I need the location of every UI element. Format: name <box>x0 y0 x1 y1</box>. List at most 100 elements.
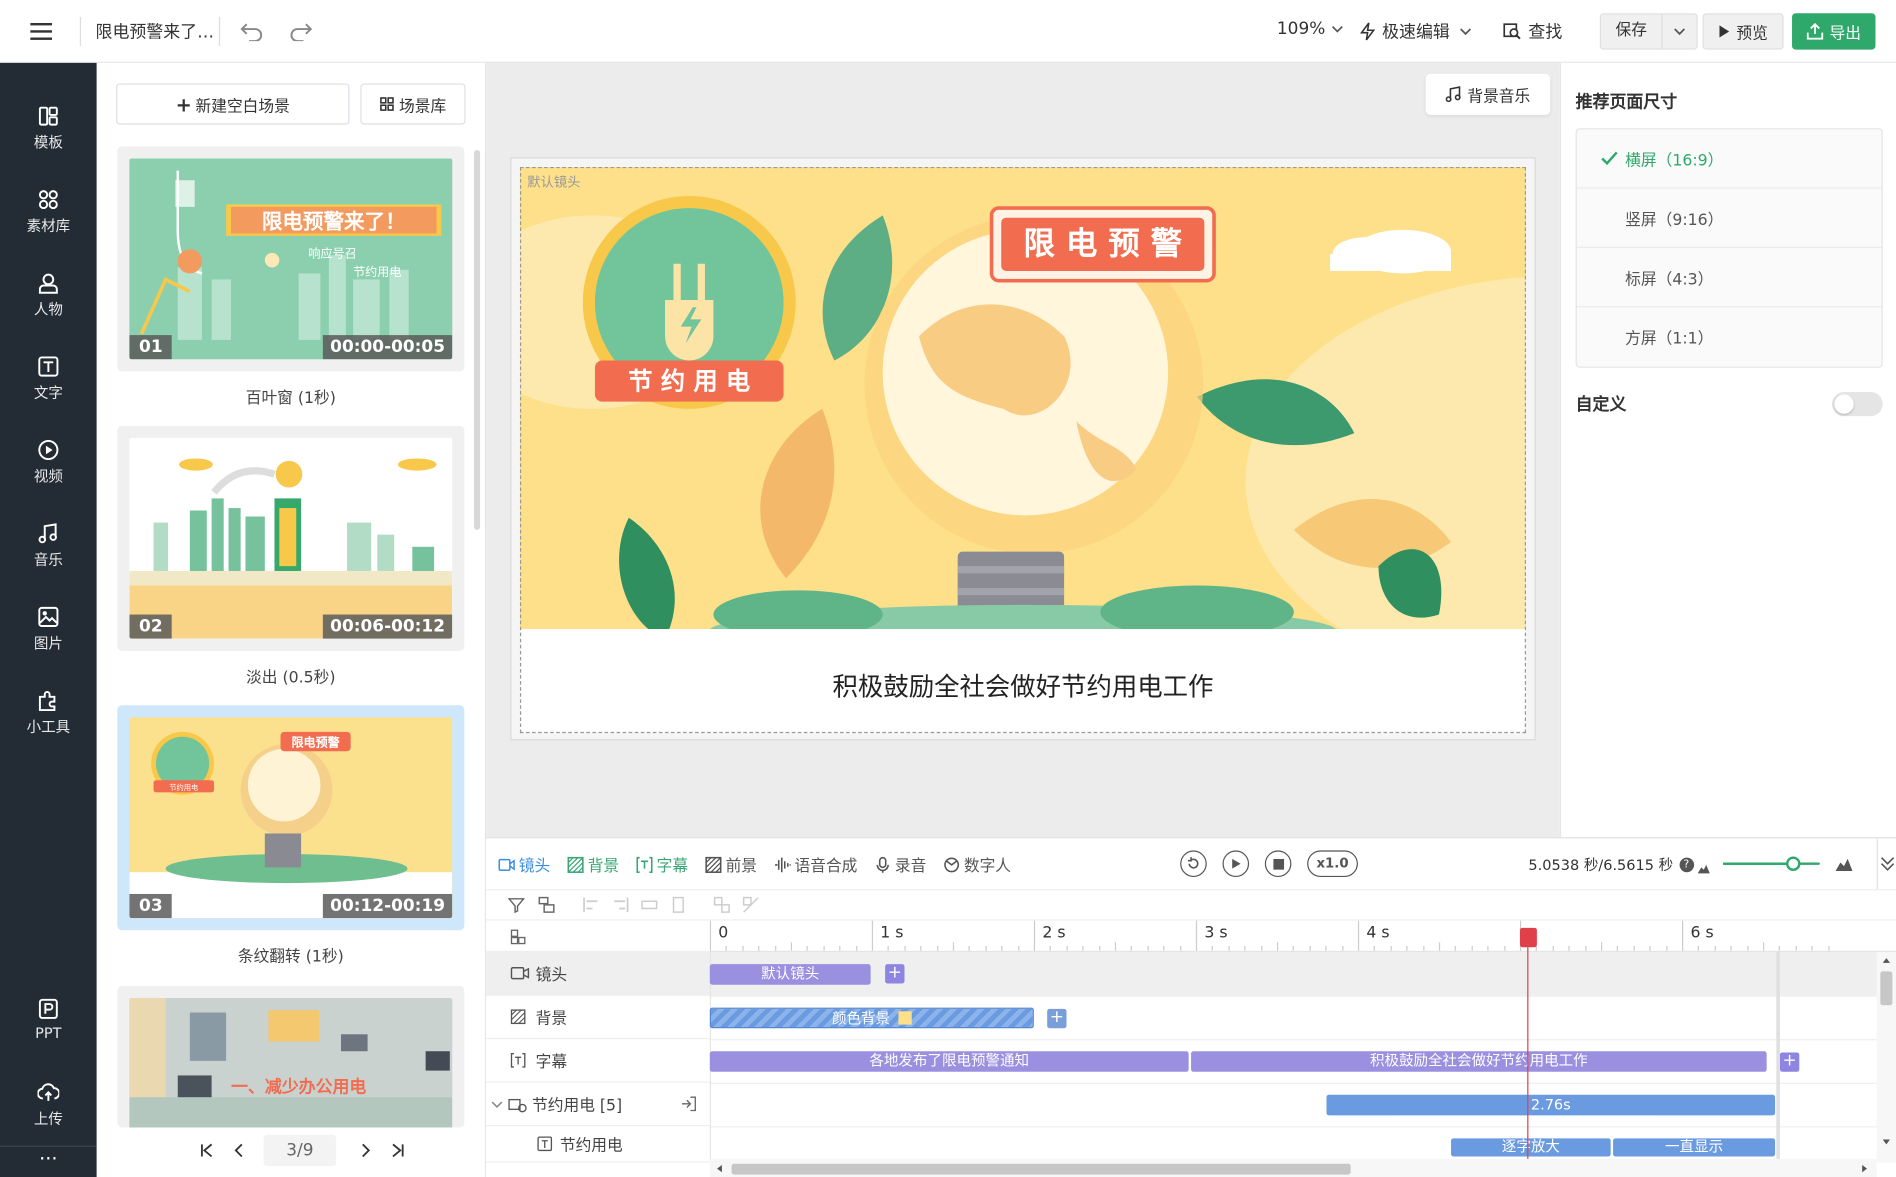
add-subtitle-button[interactable]: + <box>1779 1052 1800 1072</box>
track-label-subtitle[interactable]: 字幕 <box>486 1039 710 1083</box>
speed-button[interactable]: x1.0 <box>1307 850 1358 878</box>
scene-card-2[interactable]: 02 00:06-00:12 <box>117 425 465 651</box>
replay-icon[interactable] <box>1180 850 1207 878</box>
clip-background[interactable]: 颜色背景 <box>709 1007 1034 1029</box>
tool-background[interactable]: 背景 <box>567 853 619 876</box>
time-ruler[interactable]: 01 s2 s3 s4 ss6 s <box>709 920 1896 953</box>
tool-subtitle[interactable]: 字幕 <box>636 853 688 876</box>
last-page-icon[interactable] <box>385 1137 412 1164</box>
size-option-standard[interactable]: 标屏（4:3） <box>1576 248 1882 308</box>
group-icon[interactable] <box>713 896 730 913</box>
size-option-portrait[interactable]: 竖屏（9:16） <box>1576 189 1882 248</box>
new-scene-button[interactable]: + 新建空白场景 <box>116 83 350 125</box>
scene-library-button[interactable]: 场景库 <box>360 83 466 125</box>
scene-transition-2[interactable]: 淡出 (0.5秒) <box>117 664 464 687</box>
stop-icon[interactable] <box>1264 850 1292 878</box>
export-button[interactable]: 导出 <box>1792 13 1876 50</box>
preview-button[interactable]: 预览 <box>1702 13 1784 50</box>
nav-assets[interactable]: 素材库 <box>0 174 97 249</box>
scene-card-4[interactable]: 一、减少办公用电 <box>117 985 465 1128</box>
scroll-right-icon[interactable] <box>1861 1164 1868 1174</box>
nav-tools[interactable]: 小工具 <box>0 675 97 750</box>
scroll-left-icon[interactable] <box>716 1164 723 1174</box>
scene-scrollbar[interactable] <box>474 150 481 530</box>
nav-text[interactable]: 文字 <box>0 341 97 416</box>
menu-icon[interactable] <box>27 17 56 46</box>
stage[interactable]: 默认镜头 限 电 预 警 节 约 用 电 积极鼓励全社会做好节约用电工作 <box>519 166 1527 734</box>
nav-upload[interactable]: 上传 <box>0 1067 97 1142</box>
play-icon[interactable] <box>1222 850 1250 878</box>
clip-anim-stay[interactable]: 一直显示 <box>1613 1138 1776 1157</box>
scene-transition-3[interactable]: 条纹翻转 (1秒) <box>117 944 464 966</box>
timeline-vscroll[interactable] <box>1876 952 1896 1163</box>
clip-subtitle-1[interactable]: 各地发布了限电预警通知 <box>709 1051 1189 1072</box>
filter-icon[interactable] <box>507 896 525 914</box>
ungroup-icon[interactable] <box>742 896 759 913</box>
distribute-h-icon[interactable] <box>641 896 658 913</box>
nav-video[interactable]: 视频 <box>0 425 97 500</box>
chevron-down-icon <box>1460 28 1471 36</box>
nav-music[interactable]: 音乐 <box>0 508 97 583</box>
add-lens-button[interactable]: + <box>885 964 905 984</box>
scene-card-1[interactable]: 限电预警来了！ 响应号召 节约用电 01 00:00-00:05 <box>117 146 465 372</box>
clip-subtitle-2[interactable]: 积极鼓励全社会做好节约用电工作 <box>1191 1051 1767 1072</box>
zoom-out-icon[interactable] <box>1697 856 1712 879</box>
camera-icon <box>510 967 530 980</box>
more-button[interactable]: ··· <box>0 1145 97 1177</box>
find-icon <box>1503 23 1521 40</box>
collapse-timeline-button[interactable] <box>1876 838 1896 890</box>
project-title[interactable]: 限电预警来了… <box>96 19 215 43</box>
align-right-icon[interactable] <box>612 896 629 913</box>
track-label-lens[interactable]: 镜头 <box>486 952 710 996</box>
new-scene-label: 新建空白场景 <box>195 97 290 116</box>
clip-group[interactable]: 2.76s <box>1326 1094 1776 1116</box>
chevron-down-icon[interactable] <box>491 1099 503 1109</box>
nav-ppt[interactable]: PPT <box>0 982 97 1057</box>
track-label-group[interactable]: 节约用电 [5] <box>486 1083 710 1127</box>
page-indicator[interactable]: 3/9 <box>263 1134 337 1167</box>
edit-mode-dropdown[interactable]: 极速编辑 <box>1359 19 1471 43</box>
scene-thumbnail-1: 限电预警来了！ 响应号召 节约用电 01 00:00-00:05 <box>129 158 453 360</box>
tool-digital-human[interactable]: 数字人 <box>943 853 1011 876</box>
prev-page-icon[interactable] <box>225 1137 252 1164</box>
bgm-button[interactable]: 背景音乐 <box>1425 73 1551 115</box>
nav-template[interactable]: 模板 <box>0 91 97 166</box>
zoom-dropdown[interactable]: 109% <box>1277 19 1344 39</box>
save-button[interactable]: 保存 <box>1601 14 1663 49</box>
distribute-v-icon[interactable] <box>670 896 687 913</box>
scroll-down-icon[interactable] <box>1882 1138 1892 1145</box>
nav-person[interactable]: 人物 <box>0 258 97 333</box>
timeline-hscroll[interactable] <box>709 1158 1877 1177</box>
size-option-square[interactable]: 方屏（1:1） <box>1577 307 1882 366</box>
ruler-minor-tick <box>1147 945 1149 951</box>
next-page-icon[interactable] <box>353 1137 380 1164</box>
tool-foreground[interactable]: 前景 <box>705 853 757 876</box>
track-label-background[interactable]: 背景 <box>486 996 710 1040</box>
zoom-slider-knob[interactable] <box>1785 856 1801 871</box>
size-option-landscape[interactable]: 横屏（16:9） <box>1576 129 1882 189</box>
first-page-icon[interactable] <box>193 1137 220 1164</box>
find-button[interactable]: 查找 <box>1503 19 1562 43</box>
clip-lens[interactable]: 默认镜头 <box>709 964 871 985</box>
zoom-in-icon[interactable] <box>1834 854 1853 877</box>
exit-group-icon[interactable] <box>681 1096 697 1112</box>
add-background-button[interactable]: + <box>1047 1008 1067 1029</box>
track-layout-icon[interactable] <box>510 929 526 945</box>
align-left-icon[interactable] <box>583 896 600 913</box>
tool-record[interactable]: 录音 <box>874 853 926 876</box>
save-options-button[interactable] <box>1663 15 1697 49</box>
undo-icon[interactable] <box>237 17 266 46</box>
help-icon[interactable]: ? <box>1679 857 1694 872</box>
layers-icon[interactable] <box>538 896 555 913</box>
scene-1-sub2: 节约用电 <box>353 264 401 279</box>
custom-size-toggle[interactable] <box>1831 391 1883 417</box>
playhead[interactable] <box>1519 927 1537 1163</box>
scroll-up-icon[interactable] <box>1882 957 1892 964</box>
track-label-text[interactable]: 节约用电 <box>486 1126 710 1163</box>
nav-image[interactable]: 图片 <box>0 592 97 667</box>
tool-tts[interactable]: 语音合成 <box>774 853 857 876</box>
scene-card-3[interactable]: 节约用电 限电预警 03 00:12-00:19 <box>117 705 465 931</box>
redo-icon[interactable] <box>287 17 316 46</box>
scene-transition-1[interactable]: 百叶窗 (1秒) <box>117 385 464 408</box>
tool-camera[interactable]: 镜头 <box>498 853 550 876</box>
